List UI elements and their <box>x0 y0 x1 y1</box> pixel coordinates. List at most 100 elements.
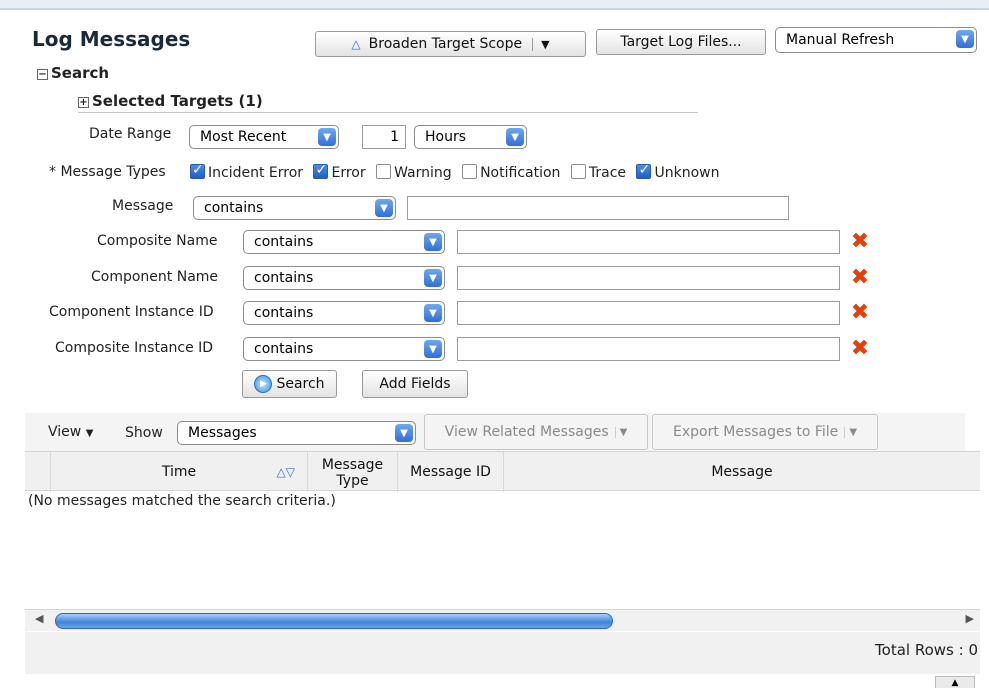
add-fields-button[interactable]: Add Fields <box>362 370 468 398</box>
expand-panel-icon[interactable]: ▲ <box>935 676 975 688</box>
op-value: contains <box>254 270 314 286</box>
message-op-select[interactable]: contains ▼ <box>193 196 396 220</box>
checkbox-warning[interactable]: Warning <box>376 164 452 181</box>
message-types-group: Incident Error Error Warning Notificatio… <box>190 162 720 181</box>
chevron-down-icon[interactable]: ▼ <box>532 37 550 51</box>
checkbox-label: Warning <box>394 165 452 181</box>
message-op-value: contains <box>204 200 264 216</box>
composite-name-label: Composite Name <box>97 233 218 249</box>
message-input[interactable] <box>407 196 789 220</box>
checkbox-unchecked-icon <box>376 164 392 179</box>
divider <box>78 112 698 113</box>
count-input[interactable]: 1 <box>362 125 406 149</box>
sort-icon[interactable]: △▽ <box>277 465 295 479</box>
column-message-id-label: Message ID <box>410 464 491 480</box>
add-fields-label: Add Fields <box>379 376 451 392</box>
chevron-down-icon: ▼ <box>424 340 442 358</box>
checkbox-error[interactable]: Error <box>313 162 366 181</box>
op-value: contains <box>254 234 314 250</box>
broaden-label: Broaden Target Scope <box>368 36 523 52</box>
total-rows: Total Rows : 0 <box>875 641 978 659</box>
checkbox-checked-icon <box>190 162 205 179</box>
table-footer: Total Rows : 0 <box>25 632 980 674</box>
broaden-target-scope-button[interactable]: △ Broaden Target Scope ▼ <box>315 31 586 57</box>
date-range-label: Date Range <box>89 126 172 142</box>
checkbox-label: Unknown <box>654 165 720 181</box>
show-label: Show <box>125 425 163 441</box>
search-section-toggle[interactable]: − Search <box>37 64 109 82</box>
checkbox-unchecked-icon <box>462 164 478 179</box>
view-menu[interactable]: View ▼ <box>48 424 93 440</box>
component-instance-id-input[interactable] <box>457 301 840 325</box>
remove-icon[interactable]: ✖ <box>850 302 870 324</box>
column-message-id[interactable]: Message ID <box>398 452 504 492</box>
column-time-label: Time <box>161 464 197 480</box>
op-value: contains <box>254 305 314 321</box>
play-icon: ▶ <box>254 375 273 393</box>
column-message[interactable]: Message <box>504 452 980 492</box>
unit-select[interactable]: Hours ▼ <box>414 125 527 149</box>
search-button[interactable]: ▶ Search <box>242 370 337 398</box>
remove-icon[interactable]: ✖ <box>850 267 870 289</box>
empty-results-text: (No messages matched the search criteria… <box>28 493 336 509</box>
date-range-select[interactable]: Most Recent ▼ <box>189 125 339 149</box>
chevron-down-icon: ▼ <box>318 128 336 146</box>
triangle-up-icon: △ <box>351 37 361 51</box>
checkbox-label: Trace <box>588 165 627 181</box>
component-name-label: Component Name <box>91 269 219 285</box>
refresh-select[interactable]: Manual Refresh ▼ <box>775 27 977 53</box>
page-title: Log Messages <box>32 27 191 51</box>
chevron-down-icon: ▼ <box>424 233 442 251</box>
view-label: View <box>48 424 82 440</box>
checkbox-incident-error[interactable]: Incident Error <box>190 162 303 181</box>
checkbox-checked-icon <box>313 162 329 179</box>
component-name-op-select[interactable]: contains ▼ <box>243 266 445 290</box>
checkbox-label: Error <box>331 165 366 181</box>
composite-instance-id-op-select[interactable]: contains ▼ <box>243 337 445 361</box>
count-value: 1 <box>390 129 399 145</box>
scroll-thumb[interactable] <box>55 613 613 629</box>
table-header: Time △▽ Message Type Message ID Message <box>25 451 980 492</box>
chevron-down-icon: ▼ <box>85 428 94 439</box>
export-messages-button[interactable]: Export Messages to File ▼ <box>652 414 878 450</box>
component-instance-id-label: Component Instance ID <box>49 304 214 320</box>
refresh-label: Manual Refresh <box>786 32 895 48</box>
selected-targets-label: Selected Targets (1) <box>92 92 263 110</box>
chevron-down-icon: ▼ <box>424 269 442 287</box>
composite-instance-id-input[interactable] <box>457 337 840 361</box>
column-message-type-label: Message Type <box>321 457 384 489</box>
checkbox-trace[interactable]: Trace <box>570 164 627 181</box>
checkbox-notification[interactable]: Notification <box>462 164 560 181</box>
selected-targets-toggle[interactable]: + Selected Targets (1) <box>78 92 263 110</box>
view-related-messages-button[interactable]: View Related Messages ▼ <box>424 414 648 450</box>
show-value: Messages <box>188 425 257 441</box>
horizontal-scrollbar[interactable]: ◀ ▶ <box>25 609 980 631</box>
composite-name-input[interactable] <box>457 230 840 254</box>
target-log-label: Target Log Files... <box>620 34 742 50</box>
collapse-icon: − <box>37 69 48 80</box>
top-strip <box>0 0 989 10</box>
chevron-down-icon: ▼ <box>375 199 393 217</box>
show-select[interactable]: Messages ▼ <box>177 421 416 445</box>
unit-value: Hours <box>425 129 467 145</box>
scroll-left-icon[interactable]: ◀ <box>35 612 43 625</box>
view-related-label: View Related Messages <box>444 424 609 440</box>
export-label: Export Messages to File <box>672 424 839 440</box>
remove-icon[interactable]: ✖ <box>850 338 870 360</box>
column-message-label: Message <box>711 464 773 480</box>
header-spacer <box>25 452 51 492</box>
target-log-files-button[interactable]: Target Log Files... <box>596 29 766 55</box>
column-time[interactable]: Time △▽ <box>51 452 308 492</box>
component-name-input[interactable] <box>457 266 840 290</box>
column-message-type[interactable]: Message Type <box>308 452 398 492</box>
remove-icon[interactable]: ✖ <box>850 231 870 253</box>
chevron-down-icon: ▼ <box>844 426 857 438</box>
scroll-right-icon[interactable]: ▶ <box>966 612 974 625</box>
chevron-down-icon: ▼ <box>614 426 627 438</box>
op-value: contains <box>254 341 314 357</box>
component-instance-id-op-select[interactable]: contains ▼ <box>243 301 445 325</box>
composite-name-op-select[interactable]: contains ▼ <box>243 230 445 254</box>
checkbox-unknown[interactable]: Unknown <box>636 162 720 181</box>
checkbox-checked-icon <box>636 162 652 179</box>
search-button-label: Search <box>276 376 325 392</box>
